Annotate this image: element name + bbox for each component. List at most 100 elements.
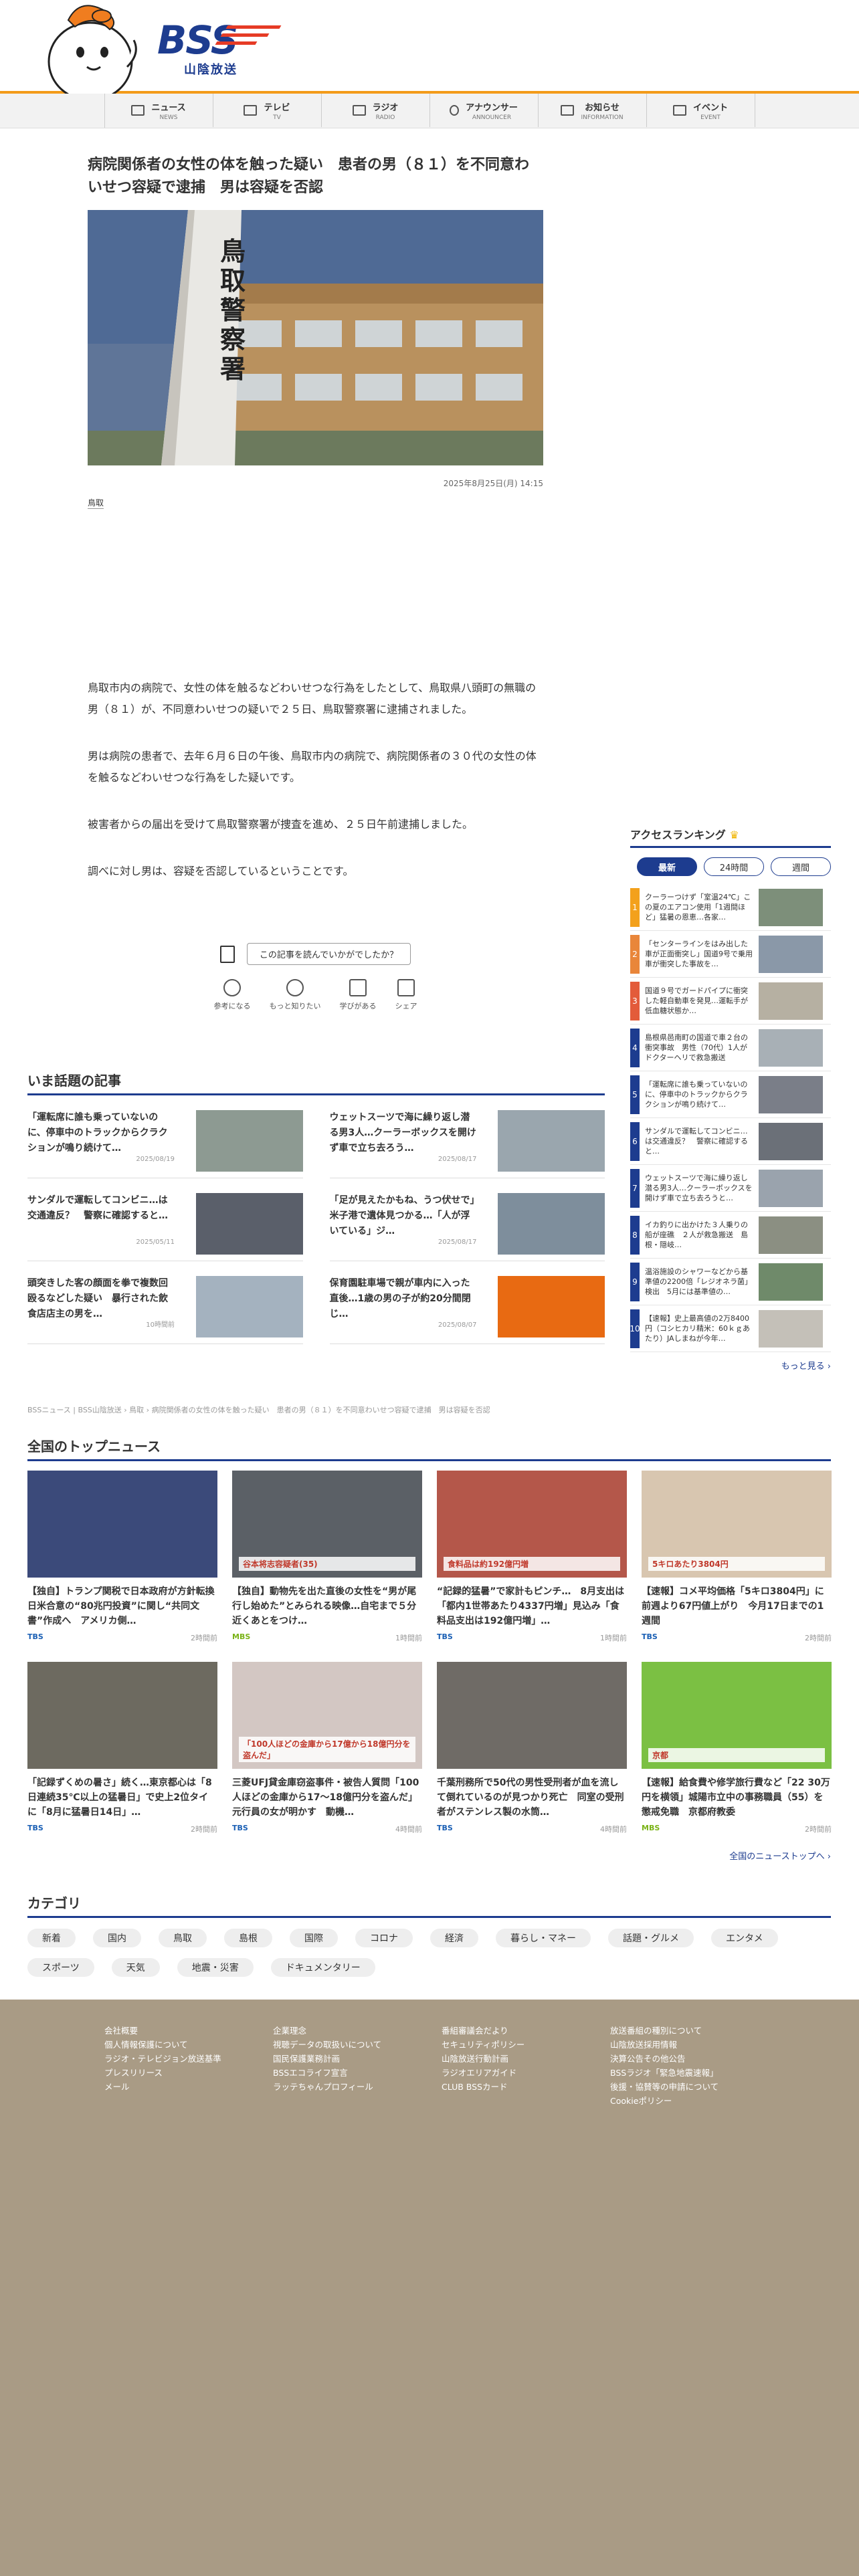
footer-link[interactable]: BSSラジオ「緊急地震速報」: [610, 2066, 779, 2080]
category-chip[interactable]: 天気: [111, 1958, 160, 1977]
lightbulb-icon: [223, 978, 241, 996]
ranking-item[interactable]: 3 国道９号でガードパイプに衝突した軽自動車を発見…運転手が低血糖状態か…: [630, 978, 831, 1025]
trending-item[interactable]: ウェットスーツで海に繰り返し潜る男3人…クーラーボックスを開けず車で立ち去ろう……: [329, 1095, 605, 1178]
category-chip[interactable]: 地震・災害: [177, 1958, 254, 1977]
national-news-card[interactable]: 「記録ずくめの暑さ」続く…東京都心は「8日連続35℃以上の猛暑日」で史上2位タイ…: [27, 1662, 217, 1834]
national-news-card[interactable]: 「100人ほどの金庫から17億から18億円分を盗んだ」 三菱UFJ貸金庫窃盗事件・…: [232, 1662, 422, 1834]
footer-link[interactable]: プレスリリース: [104, 2066, 273, 2080]
national-news-card[interactable]: 5キロあたり3804円 【速報】コメ平均価格「5キロ3804円」に 前週より67円…: [642, 1471, 832, 1643]
category-title: カテゴリ: [27, 1893, 831, 1918]
tab-latest[interactable]: 最新: [637, 857, 697, 876]
footer-link[interactable]: 番組審議会だより: [442, 2024, 610, 2038]
rank-number: 6: [630, 1121, 640, 1161]
footer-link[interactable]: ラジオエリアガイド: [442, 2066, 610, 2080]
category-chip[interactable]: 経済: [430, 1929, 478, 1947]
footer-link[interactable]: 視聴データの取扱いについて: [273, 2038, 442, 2052]
national-more-link[interactable]: 全国のニューストップへ ›: [27, 1849, 831, 1862]
category-chip[interactable]: ドキュメンタリー: [270, 1958, 375, 1977]
article-tag[interactable]: 鳥取: [88, 497, 104, 509]
footer-link[interactable]: 放送番組の種別について: [610, 2024, 779, 2038]
category-chip[interactable]: 鳥取: [159, 1929, 207, 1947]
category-chip[interactable]: 新着: [27, 1929, 76, 1947]
ranking-item[interactable]: 10 【速報】史上最高値の2万8400円（コシヒカリ精米：60ｋｇあたり）JAしま…: [630, 1305, 831, 1352]
ranking-thumbnail: [759, 982, 823, 1020]
national-news-image: [27, 1662, 217, 1769]
national-news-card[interactable]: 千葉刑務所で50代の男性受刑者が血を流して倒れているのが見つかり死亡 同室の受刑…: [437, 1662, 627, 1834]
footer-link[interactable]: メール: [104, 2080, 273, 2094]
ranking-item[interactable]: 4 島根県邑南町の国道で車２台の衝突事故 男性（70代）1人がドクターヘリで救急搬…: [630, 1025, 831, 1071]
footer-link[interactable]: 決算公告その他公告: [610, 2052, 779, 2066]
category-chip[interactable]: 国内: [93, 1929, 141, 1947]
category-chip[interactable]: 島根: [224, 1929, 272, 1947]
nav-item-news[interactable]: ニュース NEWS: [105, 94, 213, 127]
footer-link[interactable]: Cookieポリシー: [610, 2094, 779, 2108]
footer-link[interactable]: 国民保護業務計画: [273, 2052, 442, 2066]
nav-item-radio[interactable]: ラジオ RADIO: [322, 94, 430, 127]
ranking-item[interactable]: 1 クーラーつけず「室温24℃」この夏のエアコン使用「1週間ほど」猛暑の恩恵…各家…: [630, 884, 831, 931]
footer-link[interactable]: 後援・協賛等の申請について: [610, 2080, 779, 2094]
rank-number: 1: [630, 887, 640, 927]
ranking-item[interactable]: 7 ウェットスーツで海に繰り返し潜る男3人…クーラーボックスを開けず車で立ち去ろう…: [630, 1165, 831, 1212]
national-news-card[interactable]: 京都 【速報】給食費や修学旅行費など「22 30万円を横領」城陽市立中の事務職員（…: [642, 1662, 832, 1834]
footer-link[interactable]: BSSエコライフ宣言: [273, 2066, 442, 2080]
ranking-item[interactable]: 5 「運転席に誰も乗っていないのに、停車中のトラックからクラクションが鳴り続けて…: [630, 1071, 831, 1118]
national-news-title: “記録的猛暑”で家計もピンチ… 8月支出は「都内1世帯あたり4337円増」見込み…: [437, 1586, 625, 1626]
category-chip[interactable]: 国際: [290, 1929, 338, 1947]
trending-item[interactable]: 頭突きした客の顔面を拳で複数回殴るなどした疑い 暴行された飲食店店主の男を… 10…: [27, 1261, 303, 1344]
footer-link[interactable]: 会社概要: [104, 2024, 273, 2038]
reaction-learn-button[interactable]: 学びがある: [340, 978, 377, 1011]
mascot-logo[interactable]: [40, 0, 140, 94]
trending-item[interactable]: 「足が見えたかもね、うつ伏せで」米子港で遺体見つかる…「人が浮いている」ジ… 20…: [329, 1178, 605, 1261]
footer-link[interactable]: 個人情報保護について: [104, 2038, 273, 2052]
tab-24h[interactable]: 24時間: [704, 857, 764, 876]
breadcrumb[interactable]: BSSニュース | BSS山陰放送 › 鳥取 › 病院関係者の女性の体を触った疑…: [27, 1404, 490, 1415]
ranking-thumbnail: [759, 1122, 823, 1160]
trending-item[interactable]: サンダルで運転してコンビニ…は交通違反？ 警察に確認すると… 2025/05/11: [27, 1178, 303, 1261]
more-label: もっと見る: [781, 1362, 825, 1372]
footer-column: 会社概要 個人情報保護について ラジオ・テレビジョン放送基準 プレスリリース メール: [104, 2024, 273, 2108]
calendar-icon: [672, 105, 686, 116]
trending-item[interactable]: 保育園駐車場で親が車内に入った直後…1歳の男の子が約20分間閉じ… 2025/08…: [329, 1261, 605, 1344]
ranking-item[interactable]: 6 サンダルで運転してコンビニ…は交通違反？ 警察に確認すると…: [630, 1118, 831, 1165]
rank-number: 7: [630, 1168, 640, 1208]
megaphone-icon: [561, 105, 575, 116]
national-news-card[interactable]: 食料品は約192億円増 “記録的猛暑”で家計もピンチ… 8月支出は「都内1世帯あた…: [437, 1471, 627, 1643]
trending-item[interactable]: 「運転席に誰も乗っていないのに、停車中のトラックからクラクションが鳴り続けて… 2…: [27, 1095, 303, 1178]
nav-label: テレビ: [264, 102, 290, 113]
footer-link[interactable]: セキュリティポリシー: [442, 2038, 610, 2052]
nav-item-information[interactable]: お知らせ INFORMATION: [539, 94, 647, 127]
nav-item-event[interactable]: イベント EVENT: [647, 94, 755, 127]
ranking-more-link[interactable]: もっと見る ›: [630, 1359, 831, 1372]
ranking-item[interactable]: 9 温浴施設のシャワーなどから基準値の2200倍「レジオネラ菌」検出 5月には基準…: [630, 1259, 831, 1305]
bss-logo[interactable]: BSS 山陰放送: [157, 19, 282, 79]
nav-item-tv[interactable]: テレビ TV: [213, 94, 322, 127]
magnifier-icon: [286, 978, 304, 996]
category-chip[interactable]: スポーツ: [27, 1958, 94, 1977]
nav-item-announcer[interactable]: アナウンサー ANNOUNCER: [430, 94, 539, 127]
footer-link[interactable]: 山陰放送採用情報: [610, 2038, 779, 2052]
share-button[interactable]: シェア: [395, 978, 417, 1011]
ranking-item[interactable]: 8 イカ釣りに出かけた３人乗りの船が座礁 ２人が救急搬送 島根・隠岐…: [630, 1212, 831, 1259]
category-chip[interactable]: 話題・グルメ: [608, 1929, 694, 1947]
logo-stripe: [215, 41, 258, 45]
reaction-helpful-button[interactable]: 参考になる: [214, 978, 251, 1011]
nav-sublabel: EVENT: [700, 114, 721, 121]
image-caption: 谷本将志容疑者(35): [239, 1557, 415, 1571]
footer-link[interactable]: ラッテちゃんプロフィール: [273, 2080, 442, 2094]
category-chip[interactable]: コロナ: [355, 1929, 413, 1947]
tab-weekly[interactable]: 週間: [771, 857, 831, 876]
article-paragraph: 調べに対し男は、容疑を否認しているということです。: [88, 865, 354, 877]
footer-link[interactable]: ラジオ・テレビジョン放送基準: [104, 2052, 273, 2066]
radio-icon: [352, 105, 366, 116]
footer-link[interactable]: 山陰放送行動計画: [442, 2052, 610, 2066]
national-news-title: 「記録ずくめの暑さ」続く…東京都心は「8日連続35℃以上の猛暑日」で史上2位タイ…: [27, 1778, 212, 1818]
category-chip[interactable]: 暮らし・マネー: [496, 1929, 591, 1947]
footer-link[interactable]: 企業理念: [273, 2024, 442, 2038]
footer-link[interactable]: CLUB BSSカード: [442, 2080, 610, 2094]
national-news-card[interactable]: 谷本将志容疑者(35) 【独自】動物先を出た直後の女性を“男が尾行し始めた”とみら…: [232, 1471, 422, 1643]
national-news-card[interactable]: 【独自】トランプ関税で日本政府が方針転換 日米合意の“80兆円投資”に関し“共同…: [27, 1471, 217, 1643]
category-chip[interactable]: エンタメ: [711, 1929, 778, 1947]
reaction-more-button[interactable]: もっと知りたい: [270, 978, 321, 1011]
national-news-image: 「100人ほどの金庫から17億から18億円分を盗んだ」: [232, 1662, 422, 1769]
ranking-item[interactable]: 2 「センターラインをはみ出した車が正面衝突し」国道9号で乗用車が衝突した事故を…: [630, 931, 831, 978]
